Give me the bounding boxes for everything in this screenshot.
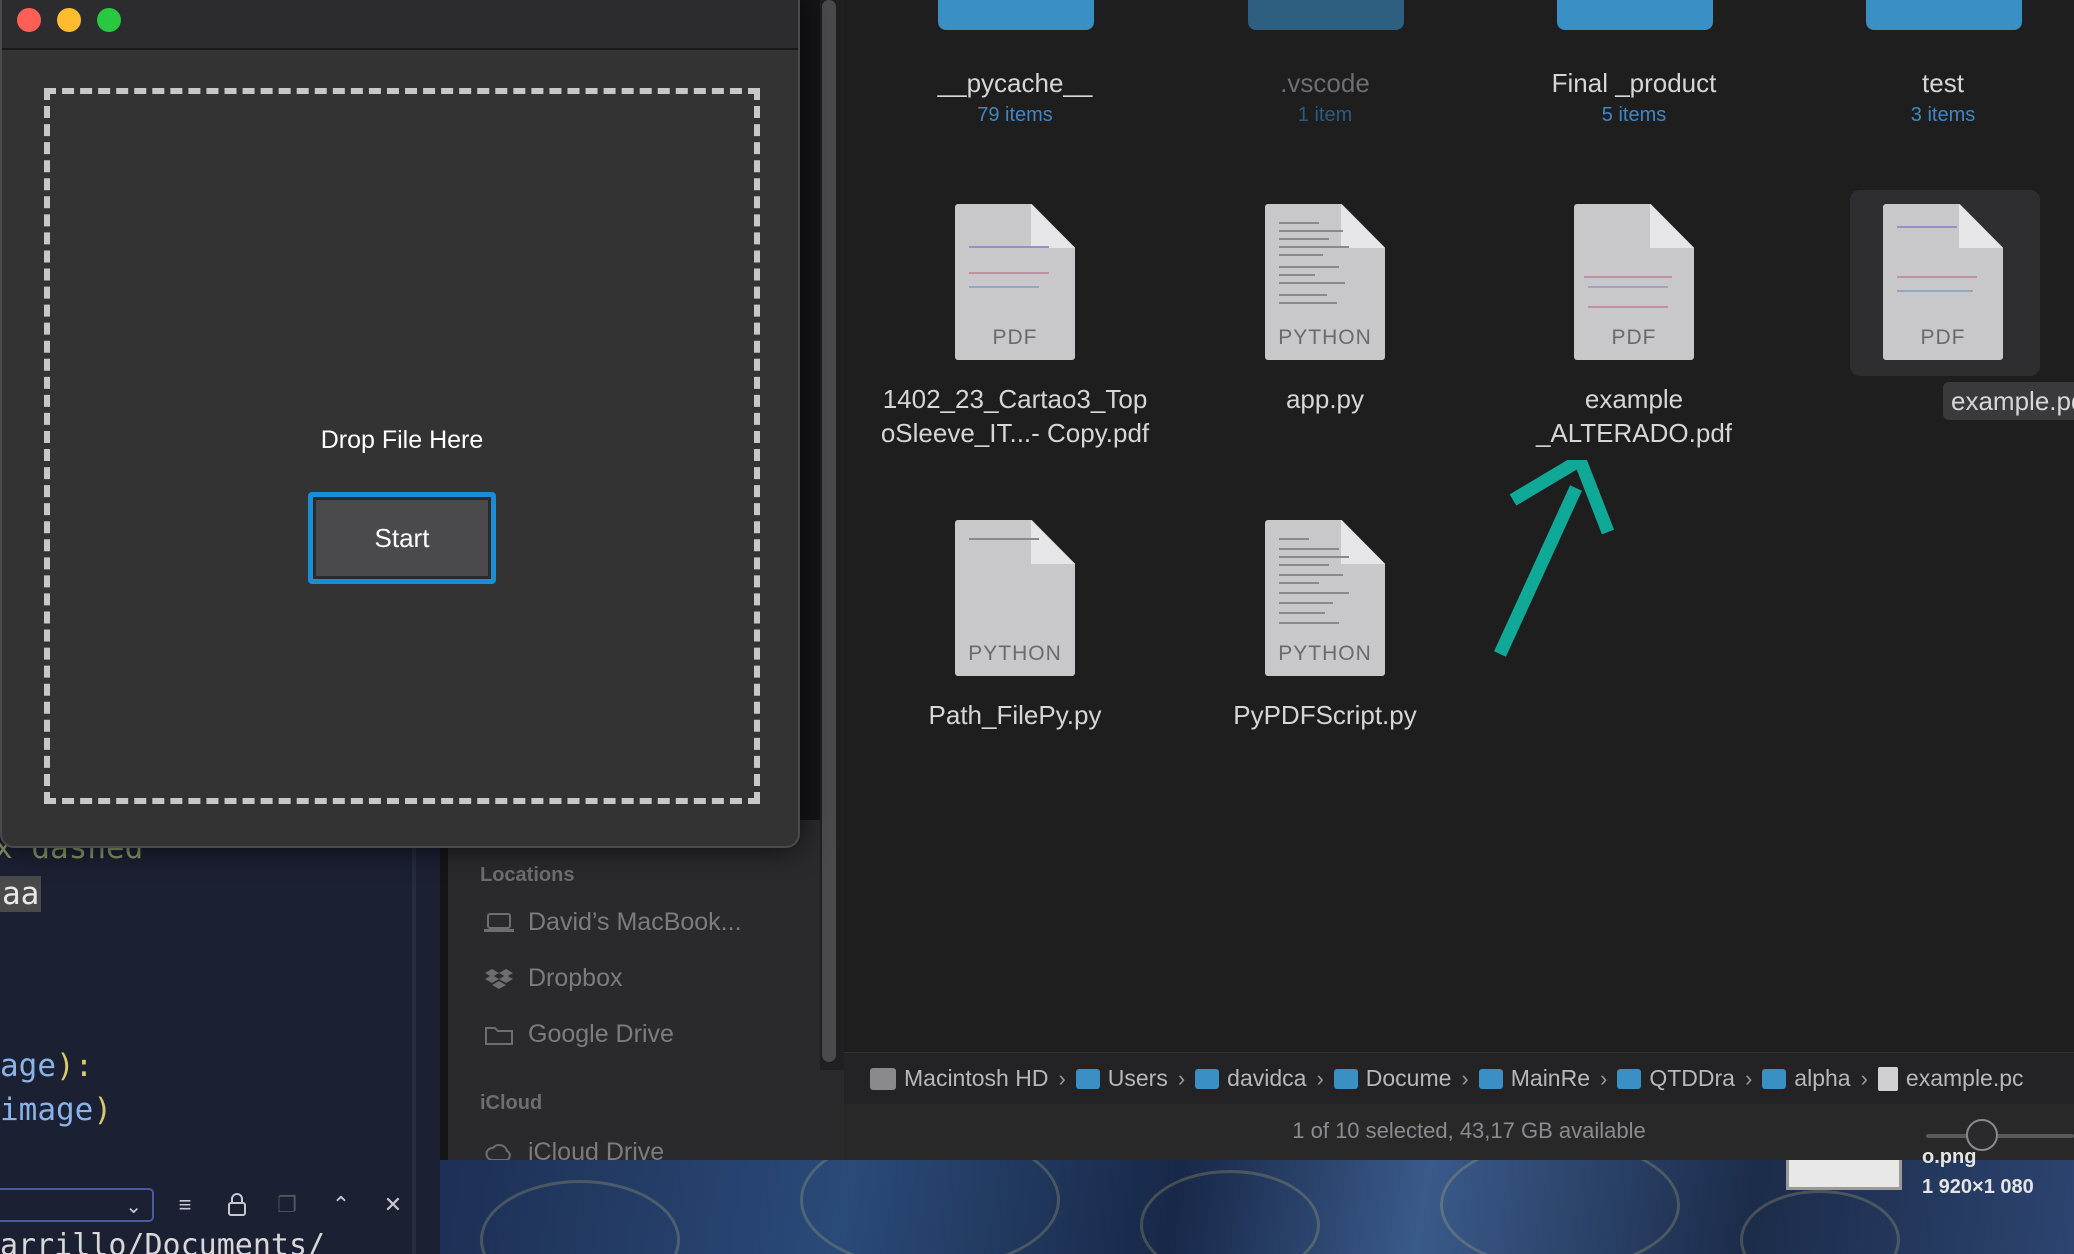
title-bar[interactable]: [2, 0, 798, 50]
code-line: age):: [0, 1048, 94, 1084]
document-icon: [1877, 1066, 1898, 1091]
terminal-select[interactable]: ⌄: [0, 1188, 154, 1222]
folder-name[interactable]: .vscode: [1205, 66, 1445, 100]
terminal-toolbar: ⌄ ≡ ❐ ⌃ ✕: [0, 1186, 440, 1226]
folder-icon: [1333, 1068, 1358, 1089]
chevron-right-icon: ›: [1058, 1065, 1066, 1091]
folder-name[interactable]: test: [1823, 66, 2063, 100]
file-name[interactable]: example _ALTERADO.pdf: [1474, 382, 1794, 450]
chevron-right-icon: ›: [1744, 1065, 1753, 1091]
sidebar-item-google-drive[interactable]: Google Drive: [484, 1020, 674, 1049]
sidebar-item-label: David’s MacBook...: [528, 908, 742, 936]
folder-name[interactable]: Final _product: [1514, 66, 1754, 100]
sidebar-item-icloud-drive[interactable]: iCloud Drive: [484, 1138, 664, 1160]
file-name[interactable]: 1402_23_Cartao3_Top oSleeve_IT...- Copy.p…: [855, 382, 1175, 450]
file-name[interactable]: PyPDFScript.py: [1165, 698, 1485, 732]
code-line: image): [0, 1092, 112, 1128]
folder-icon: [1478, 1068, 1503, 1089]
terminal-path: arrillo/Documents/: [0, 1228, 326, 1254]
folder-count: 5 items: [1601, 104, 1667, 126]
pdf-file-icon[interactable]: PDF: [955, 204, 1075, 360]
finder-sidebar: Locations David’s MacBook... Dropbox Goo…: [448, 820, 844, 1160]
folder-icon: [1075, 1068, 1100, 1089]
lock-icon[interactable]: [222, 1190, 252, 1220]
chevron-down-icon: ⌄: [125, 1196, 142, 1218]
close-icon[interactable]: ✕: [378, 1190, 408, 1220]
chevron-up-icon[interactable]: ⌃: [326, 1190, 356, 1220]
folder-icon[interactable]: [938, 0, 1094, 30]
python-file-icon[interactable]: PYTHON: [1265, 520, 1385, 676]
icon-size-slider[interactable]: [1926, 1134, 2074, 1138]
sidebar-scrollbar[interactable]: [822, 0, 836, 1062]
zoom-window-button[interactable]: [97, 8, 121, 32]
python-file-icon[interactable]: PYTHON: [955, 520, 1075, 676]
chevron-right-icon: ›: [1600, 1065, 1608, 1091]
file-name[interactable]: Path_FilePy.py: [855, 698, 1175, 732]
close-window-button[interactable]: [17, 8, 41, 32]
hard-drive-icon: [870, 1067, 896, 1090]
sidebar-item-label: iCloud Drive: [528, 1138, 665, 1160]
folder-icon: [1617, 1068, 1642, 1089]
sidebar-item-macbook[interactable]: David’s MacBook...: [484, 908, 742, 937]
home-folder-icon: [1195, 1068, 1220, 1089]
drop-label: Drop File Here: [320, 426, 484, 454]
folder-icon: [1762, 1068, 1787, 1089]
path-item[interactable]: alpha: [1762, 1065, 1851, 1092]
path-item[interactable]: davidca: [1195, 1065, 1306, 1092]
desktop-file-dimensions: 1 920×1 080: [1922, 1176, 2034, 1198]
path-item[interactable]: Users: [1075, 1065, 1168, 1092]
path-item[interactable]: Docume: [1333, 1065, 1451, 1092]
cloud-icon: [485, 1143, 511, 1160]
status-bar: 1 of 10 selected, 43,17 GB available: [844, 1104, 2074, 1160]
start-button[interactable]: Start: [308, 492, 496, 584]
minimize-window-button[interactable]: [57, 8, 81, 32]
sidebar-item-dropbox[interactable]: Dropbox: [484, 964, 623, 993]
chevron-right-icon: ›: [1461, 1065, 1469, 1091]
folder-icon[interactable]: [1866, 0, 2022, 30]
annotation-arrow: [1494, 460, 1615, 657]
chevron-right-icon: ›: [1316, 1065, 1324, 1091]
dropbox-icon: [485, 968, 513, 989]
folder-icon[interactable]: [1248, 0, 1404, 30]
folder-icon: [485, 1026, 513, 1045]
folder-name[interactable]: __pycache__: [895, 66, 1135, 100]
laptop-icon: [484, 912, 514, 932]
sidebar-section-locations: Locations: [480, 864, 575, 886]
path-item[interactable]: QTDDra: [1617, 1065, 1735, 1092]
folder-count: 3 items: [1910, 104, 1976, 126]
path-item[interactable]: example.pc: [1877, 1065, 2024, 1092]
folder-count: 79 items: [977, 104, 1053, 126]
path-item[interactable]: MainRe: [1478, 1065, 1590, 1092]
copy-icon[interactable]: ❐: [272, 1190, 302, 1220]
status-text: 1 of 10 selected, 43,17 GB available: [1292, 1118, 1646, 1143]
path-bar: Macintosh HD › Users › davidca › Docume …: [844, 1052, 2074, 1104]
folder-icon[interactable]: [1557, 0, 1713, 30]
sidebar-item-label: Dropbox: [528, 964, 623, 992]
desktop-file-label[interactable]: o.png: [1922, 1146, 1976, 1169]
file-name[interactable]: app.py: [1165, 382, 1485, 416]
code-line-highlight: aa: [0, 876, 42, 912]
chevron-right-icon: ›: [1860, 1065, 1868, 1091]
clear-terminal-icon[interactable]: ≡: [170, 1190, 200, 1220]
pdf-file-icon[interactable]: PDF: [1574, 204, 1694, 360]
path-item[interactable]: Macintosh HD: [870, 1065, 1048, 1092]
sidebar-section-icloud: iCloud: [480, 1092, 543, 1114]
pdf-file-icon[interactable]: PDF: [1883, 204, 2003, 360]
python-file-icon[interactable]: PYTHON: [1265, 204, 1385, 360]
chevron-right-icon: ›: [1177, 1065, 1186, 1091]
sidebar-item-label: Google Drive: [528, 1020, 674, 1048]
folder-count: 1 item: [1297, 104, 1353, 126]
desktop-file-thumbnail[interactable]: [1786, 1160, 1902, 1190]
drop-app-window: Drop File Here Start: [0, 0, 800, 848]
